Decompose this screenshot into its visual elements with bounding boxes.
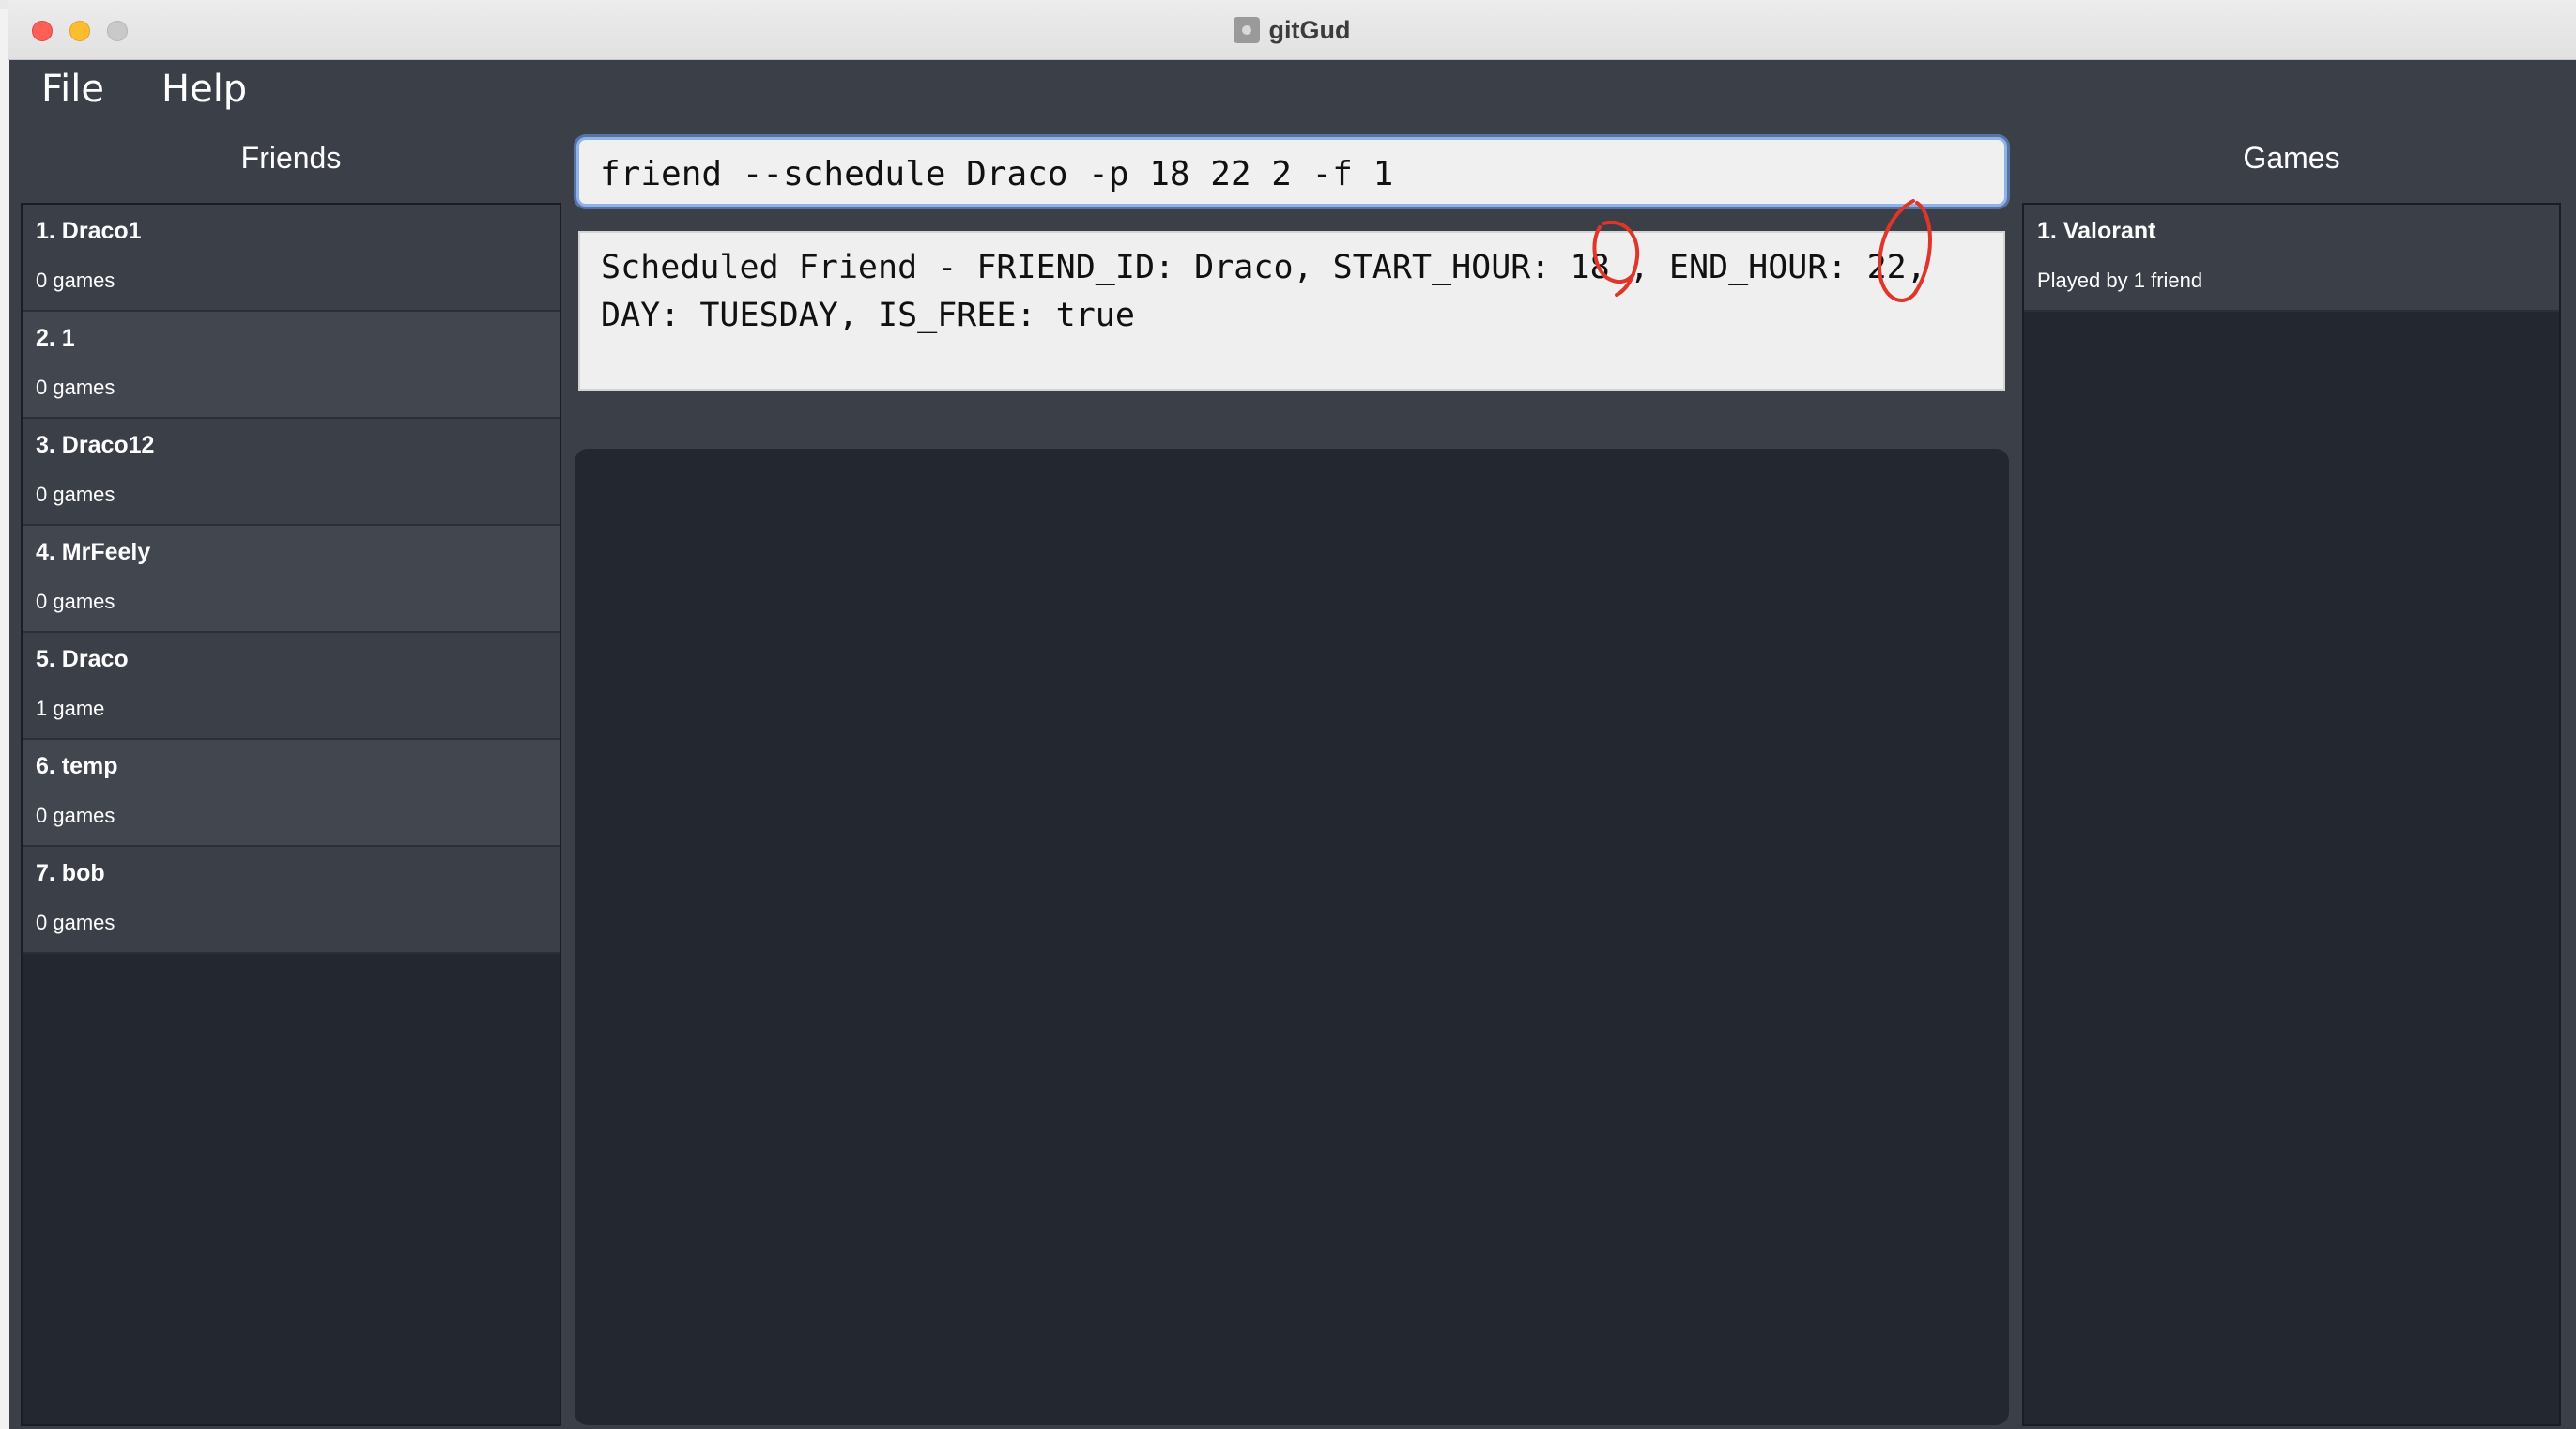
friend-game-count: 0 games xyxy=(36,483,115,506)
friends-list[interactable]: 1. Draco1 0 games 2. 1 0 games 3. Draco1… xyxy=(21,203,561,1426)
menu-help[interactable]: Help xyxy=(161,68,247,111)
friend-game-count: 1 game xyxy=(36,697,105,720)
title-bar: gitGud xyxy=(8,0,2576,60)
friend-list-item[interactable]: 6. temp 0 games xyxy=(23,740,560,847)
app-window: gitGud File Help Friends Games 1. Draco1… xyxy=(0,0,2576,1429)
menu-file[interactable]: File xyxy=(41,68,104,111)
app-icon xyxy=(1233,17,1260,43)
game-list-item[interactable]: 1. Valorant Played by 1 friend xyxy=(2024,205,2559,312)
result-display: Scheduled Friend - FRIEND_ID: Draco, STA… xyxy=(578,231,2005,391)
friend-game-count: 0 games xyxy=(36,269,115,292)
window-title: gitGud xyxy=(1268,15,1351,44)
game-name: 1. Valorant xyxy=(2037,218,2156,244)
friend-list-item[interactable]: 2. 1 0 games xyxy=(23,312,560,419)
result-text: Scheduled Friend - FRIEND_ID: Draco, STA… xyxy=(601,249,1946,334)
desktop-background-edge xyxy=(0,9,9,1429)
friend-name: 5. Draco xyxy=(36,646,129,672)
command-box[interactable] xyxy=(576,137,2007,207)
friend-name: 3. Draco12 xyxy=(36,432,155,458)
games-header: Games xyxy=(2243,141,2340,175)
friends-header: Friends xyxy=(240,141,342,175)
main-display-panel xyxy=(575,449,2009,1425)
games-list[interactable]: 1. Valorant Played by 1 friend xyxy=(2022,203,2561,1426)
friend-game-count: 0 games xyxy=(36,911,115,934)
friend-name: 6. temp xyxy=(36,753,118,779)
friend-list-item[interactable]: 7. bob 0 games xyxy=(23,847,560,954)
friend-name: 7. bob xyxy=(36,860,105,886)
friend-game-count: 0 games xyxy=(36,376,115,399)
friend-list-item[interactable]: 4. MrFeely 0 games xyxy=(23,526,560,633)
menu-bar: File Help xyxy=(9,60,2576,124)
friend-list-item[interactable]: 3. Draco12 0 games xyxy=(23,419,560,526)
friend-list-item[interactable]: 5. Draco 1 game xyxy=(23,633,560,740)
title-wrap: gitGud xyxy=(8,13,2576,47)
friend-game-count: 0 games xyxy=(36,590,115,613)
game-player-count: Played by 1 friend xyxy=(2037,269,2203,292)
friend-game-count: 0 games xyxy=(36,804,115,827)
friend-name: 2. 1 xyxy=(36,325,75,351)
command-input[interactable] xyxy=(600,153,1980,194)
friend-list-item[interactable]: 1. Draco1 0 games xyxy=(23,205,560,312)
friend-name: 4. MrFeely xyxy=(36,539,151,565)
friend-name: 1. Draco1 xyxy=(36,218,142,244)
